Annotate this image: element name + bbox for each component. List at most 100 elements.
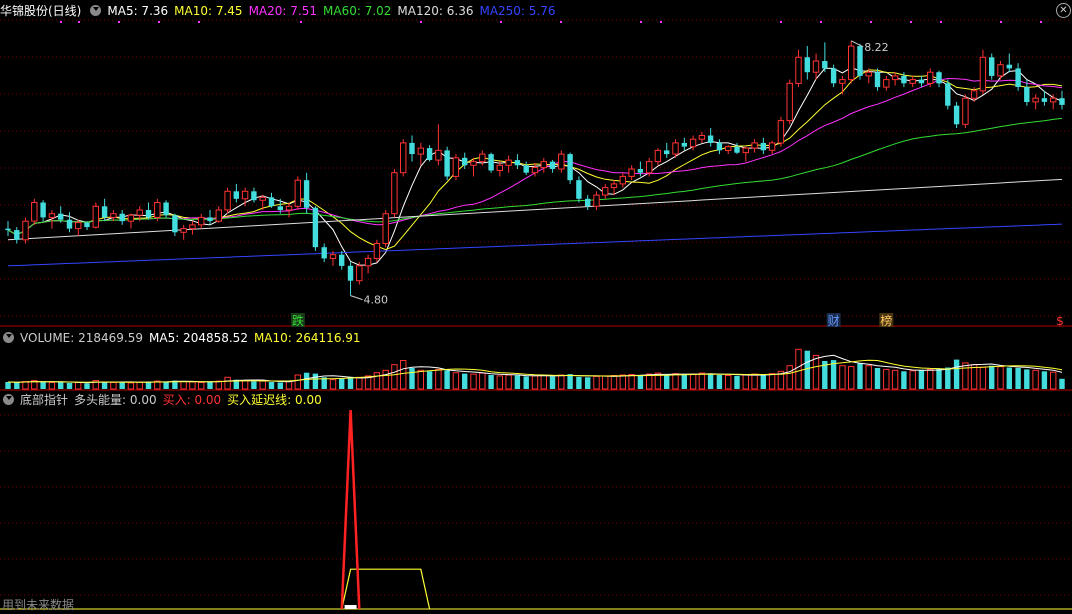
candle-body	[268, 197, 275, 207]
volume-bar	[804, 350, 810, 389]
candle-body	[285, 205, 293, 211]
volume-bar	[1006, 367, 1012, 389]
volume-panel-header: VOLUME: 218469.59 MA5: 204858.52 MA10: 264…	[0, 329, 367, 347]
candle-body	[444, 150, 450, 177]
candle	[382, 209, 389, 248]
candle-body	[795, 56, 802, 84]
candle-body	[567, 154, 573, 181]
volume-bar	[1050, 371, 1057, 390]
candle	[444, 146, 450, 181]
candle-body	[496, 164, 504, 172]
volume-bar	[277, 382, 283, 389]
volume-bar	[417, 369, 425, 390]
volume-bar	[5, 382, 11, 389]
volume-bar	[585, 377, 591, 389]
candle-body	[382, 213, 389, 244]
close-icon[interactable]: ✕	[1056, 3, 1071, 18]
top-dot	[158, 21, 160, 23]
volume-bar	[725, 375, 732, 390]
volume-bar	[163, 382, 169, 389]
candle-body	[523, 165, 529, 173]
event-marker-label: 跌	[292, 313, 304, 328]
chart-background	[0, 0, 1072, 614]
volume-label: VOLUME: 218469.59	[20, 331, 143, 345]
volume-bar	[716, 375, 723, 389]
candle-body	[479, 153, 486, 163]
volume-bar	[356, 376, 363, 390]
candle	[567, 152, 573, 184]
candle-body	[989, 57, 995, 76]
stock-chart[interactable]: 8.22 4.80 跌 财 榜 $	[0, 0, 1072, 614]
candle-body	[909, 79, 916, 84]
candle-body	[786, 82, 793, 122]
top-dot	[300, 21, 302, 23]
candle	[777, 116, 785, 147]
candle-body	[865, 71, 872, 77]
candle-body	[901, 75, 907, 84]
candle-body	[251, 191, 257, 201]
top-dot	[910, 21, 912, 23]
volume-menu-icon[interactable]	[3, 332, 14, 343]
volume-ma10-label: MA10: 264116.91	[253, 331, 361, 345]
volume-bar	[558, 374, 565, 390]
volume-bar	[391, 364, 398, 390]
volume-bar	[110, 382, 117, 390]
candle-body	[409, 142, 415, 155]
candle-body	[462, 157, 468, 166]
candle-body	[391, 172, 398, 215]
candle	[356, 262, 363, 285]
candle-body	[488, 154, 494, 171]
volume-bar	[22, 381, 29, 390]
volume-bar	[646, 373, 653, 390]
indicator-panel-header: 底部指针 多头能量: 0.00 买入: 0.00 买入延迟线: 0.00	[0, 391, 328, 409]
top-dot	[560, 21, 562, 23]
volume-bar	[619, 374, 626, 390]
event-marker: 榜	[879, 313, 894, 328]
volume-bar	[672, 373, 679, 390]
candle-body	[593, 194, 600, 207]
volume-bar	[593, 375, 600, 390]
candle-body	[664, 150, 670, 155]
volume-bar	[901, 371, 907, 389]
candle	[945, 79, 951, 110]
volume-bar	[198, 382, 205, 390]
candle	[848, 40, 855, 84]
volume-bar	[812, 354, 820, 390]
candle-body	[812, 60, 820, 73]
candle-body	[883, 79, 890, 88]
volume-bar	[329, 379, 337, 390]
buy-signal-bar	[344, 605, 357, 609]
indicator-menu-icon[interactable]	[3, 394, 14, 405]
candle-body	[734, 146, 740, 153]
candle-body	[918, 79, 925, 84]
candle-body	[215, 209, 223, 222]
candle-body	[364, 257, 372, 267]
volume-bar	[742, 374, 749, 390]
candle-body	[822, 61, 828, 69]
candle	[391, 169, 398, 218]
volume-bar	[918, 369, 925, 389]
candle-body	[84, 222, 90, 228]
top-dot	[1040, 21, 1042, 23]
top-dot	[60, 21, 62, 23]
event-marker: 财	[826, 313, 841, 328]
candle-body	[224, 190, 231, 211]
candle-body	[646, 161, 653, 174]
candle-body	[1032, 97, 1039, 103]
top-dot	[940, 21, 942, 23]
panel-menu-icon[interactable]	[90, 5, 102, 16]
volume-bar	[1041, 371, 1048, 389]
candle-body	[514, 160, 521, 166]
volume-bar	[610, 375, 618, 390]
volume-bar	[1024, 369, 1030, 389]
top-dot	[640, 21, 642, 23]
volume-bar	[268, 382, 275, 389]
volume-bar	[259, 380, 266, 390]
volume-bar	[751, 373, 758, 390]
ma250-label: MA250: 5.76	[479, 4, 556, 18]
volume-bar	[347, 376, 354, 389]
volume-bar	[979, 366, 987, 390]
volume-bar	[75, 382, 82, 390]
candle	[400, 139, 407, 177]
candle-body	[339, 254, 345, 266]
